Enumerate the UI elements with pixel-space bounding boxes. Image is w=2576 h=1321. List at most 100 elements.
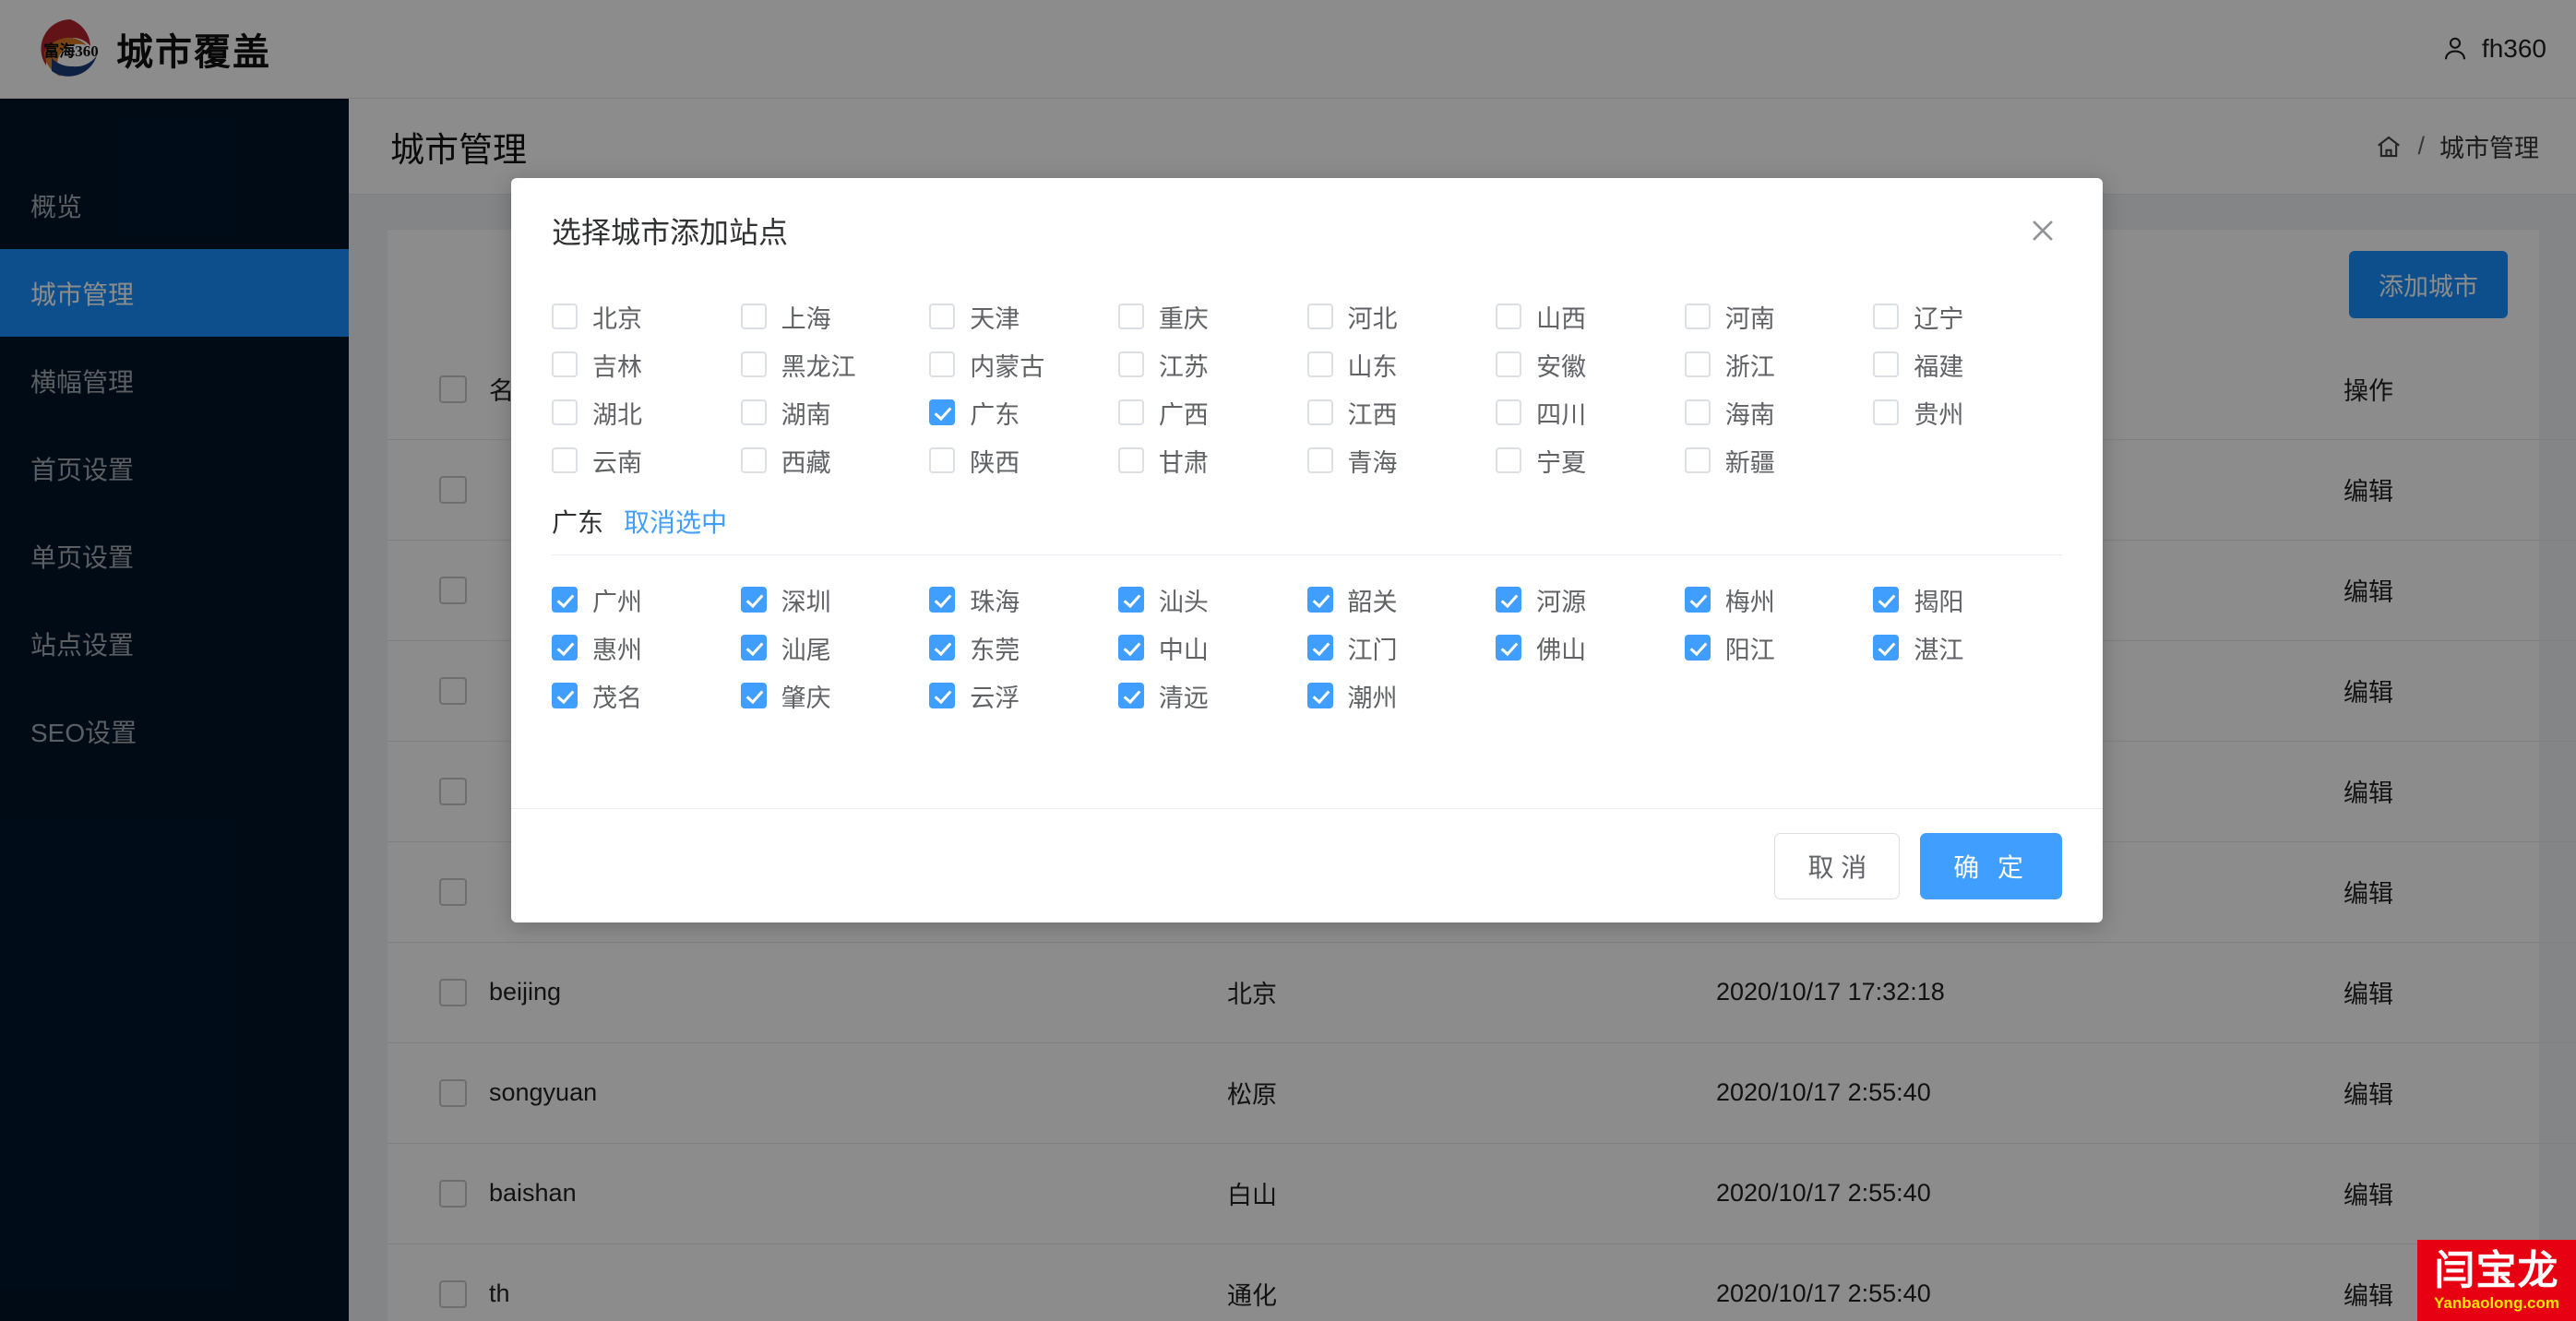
city-checkbox-16[interactable]: 茂名 bbox=[552, 672, 741, 720]
province-checkbox-28[interactable]: 青海 bbox=[1307, 436, 1497, 484]
province-checkbox-10[interactable]: 内蒙古 bbox=[929, 340, 1118, 388]
checkbox-box[interactable] bbox=[1685, 635, 1711, 660]
checkbox-box[interactable] bbox=[1118, 683, 1144, 708]
checkbox-box[interactable] bbox=[1685, 351, 1711, 377]
province-checkbox-13[interactable]: 安徽 bbox=[1496, 340, 1685, 388]
checkbox-box[interactable] bbox=[1307, 635, 1333, 660]
clear-selection-link[interactable]: 取消选中 bbox=[624, 503, 727, 540]
province-checkbox-22[interactable]: 海南 bbox=[1685, 388, 1874, 436]
province-checkbox-6[interactable]: 河南 bbox=[1685, 292, 1874, 340]
checkbox-box[interactable] bbox=[1307, 351, 1333, 377]
city-checkbox-3[interactable]: 汕头 bbox=[1118, 576, 1307, 624]
checkbox-box[interactable] bbox=[741, 447, 767, 473]
checkbox-box[interactable] bbox=[741, 587, 767, 613]
city-checkbox-10[interactable]: 东莞 bbox=[929, 624, 1118, 672]
city-checkbox-4[interactable]: 韶关 bbox=[1307, 576, 1497, 624]
province-checkbox-30[interactable]: 新疆 bbox=[1685, 436, 1874, 484]
province-checkbox-21[interactable]: 四川 bbox=[1496, 388, 1685, 436]
province-checkbox-11[interactable]: 江苏 bbox=[1118, 340, 1307, 388]
city-checkbox-12[interactable]: 江门 bbox=[1307, 624, 1497, 672]
province-checkbox-4[interactable]: 河北 bbox=[1307, 292, 1497, 340]
province-checkbox-16[interactable]: 湖北 bbox=[552, 388, 741, 436]
checkbox-box[interactable] bbox=[1685, 303, 1711, 329]
checkbox-box[interactable] bbox=[1118, 635, 1144, 660]
province-checkbox-8[interactable]: 吉林 bbox=[552, 340, 741, 388]
checkbox-box[interactable] bbox=[1873, 587, 1899, 613]
province-checkbox-9[interactable]: 黑龙江 bbox=[741, 340, 930, 388]
checkbox-box[interactable] bbox=[552, 447, 578, 473]
checkbox-box[interactable] bbox=[1307, 587, 1333, 613]
close-icon[interactable] bbox=[2023, 211, 2062, 250]
checkbox-box[interactable] bbox=[929, 587, 955, 613]
province-checkbox-5[interactable]: 山西 bbox=[1496, 292, 1685, 340]
checkbox-box[interactable] bbox=[1118, 447, 1144, 473]
city-checkbox-13[interactable]: 佛山 bbox=[1496, 624, 1685, 672]
city-checkbox-1[interactable]: 深圳 bbox=[741, 576, 930, 624]
checkbox-box[interactable] bbox=[1496, 399, 1521, 425]
checkbox-box[interactable] bbox=[1307, 683, 1333, 708]
province-checkbox-0[interactable]: 北京 bbox=[552, 292, 741, 340]
checkbox-box[interactable] bbox=[1873, 635, 1899, 660]
province-checkbox-17[interactable]: 湖南 bbox=[741, 388, 930, 436]
checkbox-box[interactable] bbox=[741, 635, 767, 660]
province-checkbox-2[interactable]: 天津 bbox=[929, 292, 1118, 340]
checkbox-box[interactable] bbox=[1118, 303, 1144, 329]
city-checkbox-17[interactable]: 肇庆 bbox=[741, 672, 930, 720]
province-checkbox-14[interactable]: 浙江 bbox=[1685, 340, 1874, 388]
province-checkbox-29[interactable]: 宁夏 bbox=[1496, 436, 1685, 484]
city-checkbox-11[interactable]: 中山 bbox=[1118, 624, 1307, 672]
checkbox-box[interactable] bbox=[741, 351, 767, 377]
cancel-button[interactable]: 取 消 bbox=[1774, 833, 1900, 899]
checkbox-box[interactable] bbox=[1118, 587, 1144, 613]
checkbox-box[interactable] bbox=[1118, 351, 1144, 377]
city-checkbox-5[interactable]: 河源 bbox=[1496, 576, 1685, 624]
checkbox-box[interactable] bbox=[1496, 447, 1521, 473]
province-checkbox-26[interactable]: 陕西 bbox=[929, 436, 1118, 484]
province-checkbox-1[interactable]: 上海 bbox=[741, 292, 930, 340]
checkbox-box[interactable] bbox=[1307, 399, 1333, 425]
city-checkbox-18[interactable]: 云浮 bbox=[929, 672, 1118, 720]
checkbox-box[interactable] bbox=[1496, 635, 1521, 660]
city-checkbox-2[interactable]: 珠海 bbox=[929, 576, 1118, 624]
checkbox-box[interactable] bbox=[1873, 351, 1899, 377]
checkbox-box[interactable] bbox=[1873, 303, 1899, 329]
checkbox-box[interactable] bbox=[1496, 303, 1521, 329]
checkbox-box[interactable] bbox=[1307, 447, 1333, 473]
city-checkbox-20[interactable]: 潮州 bbox=[1307, 672, 1497, 720]
province-checkbox-27[interactable]: 甘肃 bbox=[1118, 436, 1307, 484]
checkbox-box[interactable] bbox=[1496, 587, 1521, 613]
checkbox-box[interactable] bbox=[552, 399, 578, 425]
province-checkbox-20[interactable]: 江西 bbox=[1307, 388, 1497, 436]
checkbox-box[interactable] bbox=[1873, 399, 1899, 425]
checkbox-box[interactable] bbox=[1685, 447, 1711, 473]
city-checkbox-0[interactable]: 广州 bbox=[552, 576, 741, 624]
checkbox-box[interactable] bbox=[741, 399, 767, 425]
province-checkbox-23[interactable]: 贵州 bbox=[1873, 388, 2062, 436]
checkbox-box[interactable] bbox=[552, 587, 578, 613]
checkbox-box[interactable] bbox=[929, 351, 955, 377]
province-checkbox-12[interactable]: 山东 bbox=[1307, 340, 1497, 388]
checkbox-box[interactable] bbox=[1685, 399, 1711, 425]
city-checkbox-14[interactable]: 阳江 bbox=[1685, 624, 1874, 672]
city-checkbox-9[interactable]: 汕尾 bbox=[741, 624, 930, 672]
checkbox-box[interactable] bbox=[929, 399, 955, 425]
checkbox-box[interactable] bbox=[1685, 587, 1711, 613]
checkbox-box[interactable] bbox=[552, 635, 578, 660]
province-checkbox-24[interactable]: 云南 bbox=[552, 436, 741, 484]
checkbox-box[interactable] bbox=[929, 635, 955, 660]
city-checkbox-7[interactable]: 揭阳 bbox=[1873, 576, 2062, 624]
checkbox-box[interactable] bbox=[1496, 351, 1521, 377]
province-checkbox-15[interactable]: 福建 bbox=[1873, 340, 2062, 388]
province-checkbox-25[interactable]: 西藏 bbox=[741, 436, 930, 484]
city-checkbox-19[interactable]: 清远 bbox=[1118, 672, 1307, 720]
checkbox-box[interactable] bbox=[552, 351, 578, 377]
province-checkbox-7[interactable]: 辽宁 bbox=[1873, 292, 2062, 340]
checkbox-box[interactable] bbox=[741, 683, 767, 708]
province-checkbox-18[interactable]: 广东 bbox=[929, 388, 1118, 436]
city-checkbox-6[interactable]: 梅州 bbox=[1685, 576, 1874, 624]
checkbox-box[interactable] bbox=[929, 303, 955, 329]
city-checkbox-8[interactable]: 惠州 bbox=[552, 624, 741, 672]
checkbox-box[interactable] bbox=[741, 303, 767, 329]
province-checkbox-19[interactable]: 广西 bbox=[1118, 388, 1307, 436]
checkbox-box[interactable] bbox=[1307, 303, 1333, 329]
